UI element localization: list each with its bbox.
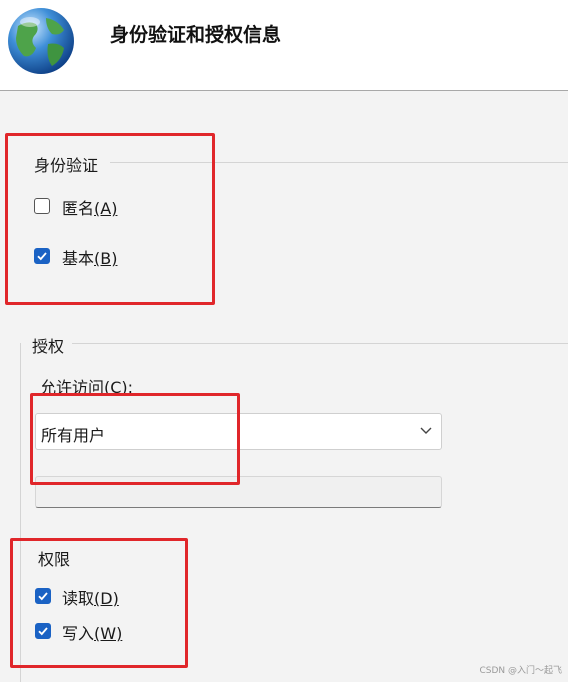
highlight-auth-box [5,133,215,305]
globe-icon [8,8,74,74]
authorization-group-border [72,343,568,344]
dialog-title: 身份验证和授权信息 [110,24,282,46]
dialog-header: 身份验证和授权信息 [0,0,568,91]
authorization-group-label: 授权 [32,337,65,356]
highlight-permissions-box [10,538,188,668]
highlight-access-box [30,393,240,485]
chevron-down-icon [420,427,432,434]
watermark: CSDN @入门～起飞 [479,666,562,676]
